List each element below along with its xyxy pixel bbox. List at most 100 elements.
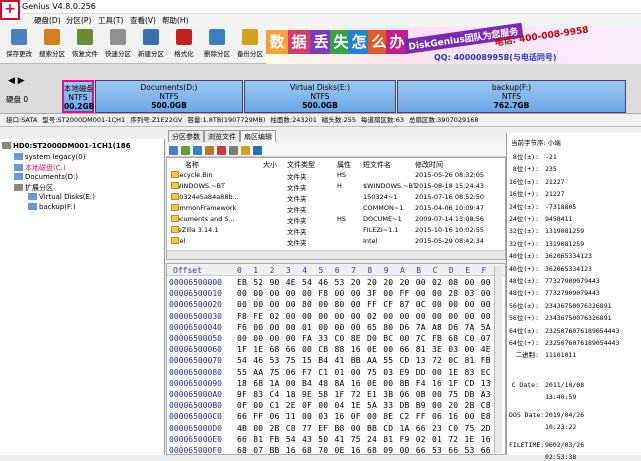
file-row[interactable]: 150324e5a84a88b... 文件夹 150324~1 2015-07-16 … — [167, 193, 505, 203]
folder-icon[interactable] — [241, 146, 250, 155]
toolbar-button[interactable]: 搜索分区 — [37, 28, 67, 62]
hscrollbar[interactable] — [167, 250, 505, 259]
tab-sector-edit[interactable]: 扇区编辑 — [240, 130, 276, 142]
hex-row[interactable]: 00006500040 F6 00 00 00 01 00 00 00 65 80… — [167, 323, 505, 335]
partition-size: 500.0GB — [151, 101, 187, 110]
hex-row[interactable]: 00006500010 00 00 00 00 00 F8 00 00 3F 00… — [167, 289, 505, 301]
hex-row[interactable]: 000065000A0 9F 83 C4 18 9E 58 1F 72 E1 3B… — [167, 390, 505, 402]
app-logo-icon: + — [0, 0, 20, 20]
toolbar-button[interactable]: 保存更改 — [4, 28, 34, 62]
hex-offset: 00006500070 — [169, 356, 222, 366]
menu-view[interactable]: 查看(V) — [130, 15, 156, 26]
file-type: 文件夹 — [287, 184, 307, 192]
hex-row[interactable]: 00006500090 18 68 1A 00 B4 48 8A 16 0E 00… — [167, 379, 505, 391]
hex-col-header: 5 — [318, 266, 324, 275]
hex-editor[interactable]: Offset 0 1 2 3 4 5 6 7 8 9 A B C D E F 00006500000 EB 52 … — [166, 263, 506, 455]
toolbar-button[interactable]: 格式化 — [169, 28, 199, 62]
copy-icon[interactable] — [205, 146, 214, 155]
delete-icon[interactable] — [217, 146, 226, 155]
col-size[interactable]: 大小 — [263, 160, 277, 170]
folder-icon — [171, 215, 179, 222]
col-type[interactable]: 文件类型 — [287, 160, 315, 170]
tree-item[interactable]: system legacy(0) — [14, 153, 85, 161]
hex-row[interactable]: 000065000B0 0F 00 C1 2E 0F 00 04 1E 5A 33… — [167, 401, 505, 413]
disk-info-field: 型号:ST2000DM001-1CH1 — [42, 116, 126, 124]
file-row[interactable]: $WINDOWS.~BT 文件夹 H $WINDOWS.~BT 2015-08-18 1… — [167, 182, 505, 192]
tree-item[interactable]: Virtual Disks(E:) — [28, 193, 95, 201]
hex-row[interactable]: 00006500070 54 46 53 75 15 B4 41 BB AA 55… — [167, 356, 505, 368]
up-icon[interactable] — [193, 146, 202, 155]
folder-icon — [171, 193, 179, 200]
file-name-text: Documents and S... — [171, 215, 235, 223]
partition-c[interactable]: 本地磁盘(C:) NTFS 00.2GB — [62, 80, 94, 113]
forward-icon[interactable] — [181, 146, 190, 155]
toolbar-button[interactable]: 快速分区 — [103, 28, 133, 62]
tab-partition-params[interactable]: 分区参数 — [168, 130, 204, 142]
col-attr[interactable]: 属性 — [337, 160, 351, 170]
search-icon[interactable] — [229, 146, 238, 155]
tree-disk[interactable]: HD0:ST2000DM001-1CH1(186 — [2, 142, 130, 150]
toolbar-button[interactable]: 恢复文件 — [70, 28, 100, 62]
partition-fs: NTFS — [501, 92, 522, 101]
partition-e[interactable]: Virtual Disks(E:) NTFS 500.0GB — [244, 80, 396, 113]
refresh-icon[interactable] — [253, 146, 262, 155]
tree-item[interactable]: 本地磁盘(C:) — [14, 163, 66, 173]
inspector-key: 8位(+): — [512, 165, 539, 174]
menu-tools[interactable]: 工具(T) — [98, 15, 123, 26]
hex-row[interactable]: 000065000E0 66 81 FB 54 43 50 41 75 24 81… — [167, 435, 505, 447]
hex-col-header: 6 — [334, 266, 340, 275]
hex-offset: 000065000B0 — [169, 401, 222, 411]
menu-partition[interactable]: 分区(P) — [66, 15, 91, 26]
tree-item[interactable]: Documents(D:) — [14, 173, 78, 181]
hex-offset: 00006500030 — [169, 311, 222, 321]
toolbar-button[interactable]: 删除分区 — [202, 28, 232, 62]
tree-item[interactable]: 扩展分区 — [14, 183, 53, 193]
ad-banner[interactable]: 数 据 丢 失 怎 么 办 DiskGenius团队为您服务 电话: 400-0… — [266, 22, 641, 64]
tree-item-label: 扩展分区 — [25, 184, 53, 192]
file-mtime: 2015-04-06 10:09:47 — [415, 204, 485, 212]
file-row[interactable]: FileZilla 3.14.1 文件夹 FILEZI~1.1 2015-10-16 … — [167, 226, 505, 236]
hex-row[interactable]: 00006500030 F8 FE 02 00 00 00 00 00 02 00… — [167, 312, 505, 324]
back-icon[interactable] — [169, 146, 178, 155]
inspector-row: 64位(±): 2325076076189054443 — [509, 325, 619, 335]
format-icon — [176, 29, 192, 45]
hex-row[interactable]: 00006500020 00 00 00 00 80 00 80 00 FF CF… — [167, 300, 505, 312]
disk-nav-arrows[interactable]: ◀ ▶ — [8, 76, 25, 86]
hex-row[interactable]: 00006500000 EB 52 90 4E 54 46 53 20 20 20… — [167, 278, 505, 290]
file-row[interactable]: CommonFramework 文件夹 COMMON~1 2015-04-06 10:… — [167, 204, 505, 214]
hex-row[interactable]: 000065000C0 66 FF 06 11 00 03 16 0F 00 8E… — [167, 412, 505, 424]
partition-size: 762.7GB — [493, 101, 530, 110]
partition-icon — [14, 164, 23, 171]
col-name[interactable]: 名称 — [185, 160, 199, 170]
file-row[interactable]: Intel 文件夹 Intel 2015-05-29 08:42:34 — [167, 237, 505, 247]
hex-row[interactable]: 000065000F0 68 07 BB 16 68 70 0E 16 68 09… — [167, 446, 505, 458]
hex-row[interactable]: 00006500060 1F 1E 68 66 00 CB 88 16 0E 00… — [167, 345, 505, 357]
hex-offset: 00006500000 — [169, 278, 222, 287]
inspector-row: 56位(±): 23436750076326891 — [509, 300, 612, 310]
hex-scrollbar[interactable] — [494, 266, 502, 453]
tree-item[interactable]: backup(F:) — [28, 203, 76, 211]
menu-help[interactable]: 帮助(H) — [162, 15, 189, 26]
col-short[interactable]: 短文件名 — [363, 160, 391, 170]
toolbar-button-label: 备份分区 — [237, 50, 263, 58]
hex-row[interactable]: 00006500080 55 AA 75 06 F7 C1 01 00 75 03… — [167, 368, 505, 380]
hex-row[interactable]: 000065000D0 4B 00 2B C8 77 EF B8 00 BB CD… — [167, 424, 505, 436]
menu-disk[interactable]: 硬盘(D) — [34, 15, 61, 26]
inspector-value: 362065334123 — [545, 264, 592, 273]
hex-offset: 00006500040 — [169, 322, 222, 332]
toolbar-button[interactable]: 新建分区 — [136, 28, 166, 62]
hex-col-header: A — [400, 266, 405, 275]
hex-col-header: 3 — [285, 266, 291, 275]
partition-d[interactable]: Documents(D:) NTFS 500.0GB — [95, 80, 243, 113]
partition-f[interactable]: backup(F:) NTFS 762.7GB — [397, 80, 626, 113]
file-row[interactable]: Documents and S... 文件夹 HS DOCUME~1 2009-07-1… — [167, 215, 505, 225]
tab-browse-files[interactable]: 浏览文件 — [204, 130, 240, 142]
hex-bytes: 68 07 BB 16 68 70 0E 16 68 09 00 66 53 6… — [237, 446, 491, 455]
delete-icon — [209, 29, 225, 45]
col-mtime[interactable]: 修改时间 — [415, 160, 443, 170]
hex-row[interactable]: 00006500050 00 00 00 00 FA 33 C0 8E D0 BC… — [167, 334, 505, 346]
inspector-key: 二进制: — [515, 351, 539, 360]
file-name: $Recycle.Bin — [171, 171, 213, 179]
toolbar-button[interactable]: 备份分区 — [235, 28, 265, 62]
file-row[interactable]: $Recycle.Bin 文件夹 HS 2015-05-26 08:32:05 — [167, 171, 505, 181]
